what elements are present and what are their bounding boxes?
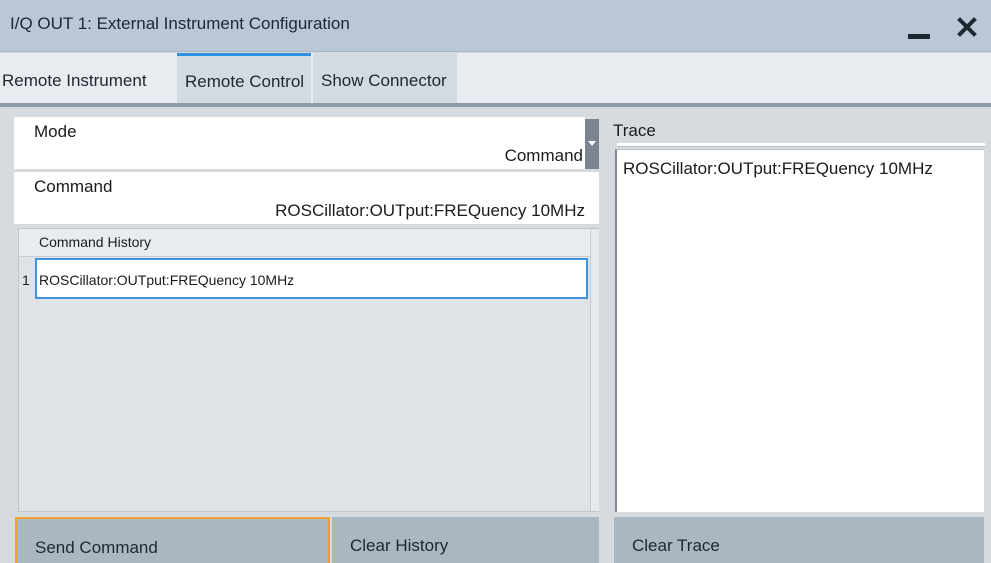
send-command-button[interactable]: Send Command bbox=[15, 517, 330, 563]
mode-value: Command bbox=[504, 146, 583, 165]
trace-text: ROSCillator:OUTput:FREQuency 10MHz bbox=[623, 159, 933, 178]
command-history-title: Command History bbox=[39, 234, 152, 250]
history-row[interactable]: ROSCillator:OUTput:FREQuency 10MHz bbox=[35, 258, 588, 299]
clear-trace-label: Clear Trace bbox=[632, 536, 720, 555]
tab-bar: Remote Instrument Remote Control Show Co… bbox=[0, 53, 991, 107]
mode-dropdown-button[interactable] bbox=[585, 119, 599, 169]
history-scrollbar[interactable] bbox=[590, 229, 599, 511]
minimize-button[interactable] bbox=[903, 14, 935, 42]
command-value: ROSCillator:OUTput:FREQuency 10MHz bbox=[275, 201, 585, 220]
tab-remote-instrument[interactable]: Remote Instrument bbox=[0, 53, 175, 103]
trace-divider bbox=[617, 143, 985, 147]
close-button[interactable] bbox=[952, 12, 982, 42]
title-bar: I/Q OUT 1: External Instrument Configura… bbox=[0, 0, 991, 52]
minimize-icon bbox=[908, 34, 930, 39]
history-row-text: ROSCillator:OUTput:FREQuency 10MHz bbox=[39, 272, 295, 288]
close-icon bbox=[957, 17, 977, 37]
tab-show-connector[interactable]: Show Connector bbox=[313, 53, 457, 103]
send-command-label: Send Command bbox=[35, 538, 158, 557]
history-row-index: 1 bbox=[22, 272, 30, 288]
clear-history-label: Clear History bbox=[350, 536, 449, 555]
command-history-table: Command History 1 ROSCillator:OUTput:FRE… bbox=[18, 228, 599, 512]
trace-output[interactable]: ROSCillator:OUTput:FREQuency 10MHz bbox=[615, 149, 984, 512]
chevron-down-icon bbox=[588, 141, 596, 146]
mode-label: Mode bbox=[34, 122, 77, 141]
window-title: I/Q OUT 1: External Instrument Configura… bbox=[10, 14, 350, 33]
clear-trace-button[interactable]: Clear Trace bbox=[614, 517, 984, 563]
command-history-header: Command History bbox=[19, 229, 590, 257]
mode-select[interactable]: Mode Command bbox=[14, 117, 585, 169]
clear-history-button[interactable]: Clear History bbox=[332, 517, 599, 563]
command-label: Command bbox=[34, 177, 113, 196]
tab-remote-control[interactable]: Remote Control bbox=[177, 53, 311, 103]
command-field[interactable]: Command ROSCillator:OUTput:FREQuency 10M… bbox=[14, 172, 599, 224]
tab-bar-filler bbox=[459, 53, 991, 103]
trace-label: Trace bbox=[613, 121, 656, 140]
